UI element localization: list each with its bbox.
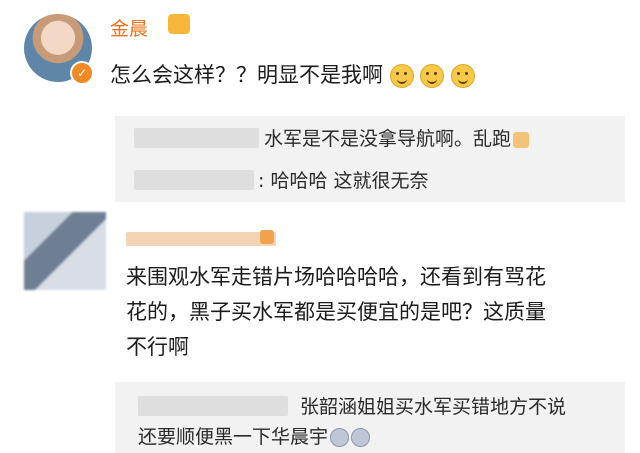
laugh-cry-emoji-icon [351, 428, 371, 447]
smile-emoji-icon [420, 64, 445, 88]
verified-badge-icon: ✓ [70, 61, 94, 85]
reply-username-blurred[interactable] [134, 170, 254, 190]
post-username[interactable]: 金晨 [110, 14, 148, 41]
reply-username-blurred[interactable] [138, 396, 288, 416]
laugh-cry-emoji-icon [330, 428, 350, 447]
commenter-badge-icon [260, 230, 274, 244]
praying-hands-icon [513, 131, 530, 148]
smile-emoji-icon [451, 64, 476, 88]
comment-line-3: 不行啊 [126, 335, 189, 359]
comment-reply-line-2: 还要顺便黑一下华晨宇 [138, 422, 371, 449]
comment-reply-line-2-text: 还要顺便黑一下华晨宇 [138, 426, 329, 448]
avatar-comment-blurred[interactable] [24, 212, 106, 290]
comment-line-2: 花的，黑子买水军都是买便宜的是吧？这质量 [126, 300, 546, 324]
comment-line-1: 来围观水军走错片场哈哈哈哈，还看到有骂花 [126, 265, 546, 289]
reply-text: : 哈哈哈 这就很无奈 [258, 170, 429, 192]
post-content: 怎么会这样？？明显不是我啊 [110, 60, 476, 91]
vip-crown-icon [168, 14, 190, 34]
post-content-text: 怎么会这样？？明显不是我啊 [110, 63, 383, 87]
reply-text-1: 水军是不是没拿导航啊。乱跑 [264, 128, 512, 150]
reply-text: 水军是不是没拿导航啊。乱跑 [264, 124, 530, 151]
commenter-username-blurred[interactable] [126, 232, 276, 246]
reply-username-blurred[interactable] [134, 128, 259, 148]
comment-reply-line-1: 张韶涵姐姐买水军买错地方不说 [300, 396, 567, 418]
smile-emoji-icon [389, 64, 414, 88]
